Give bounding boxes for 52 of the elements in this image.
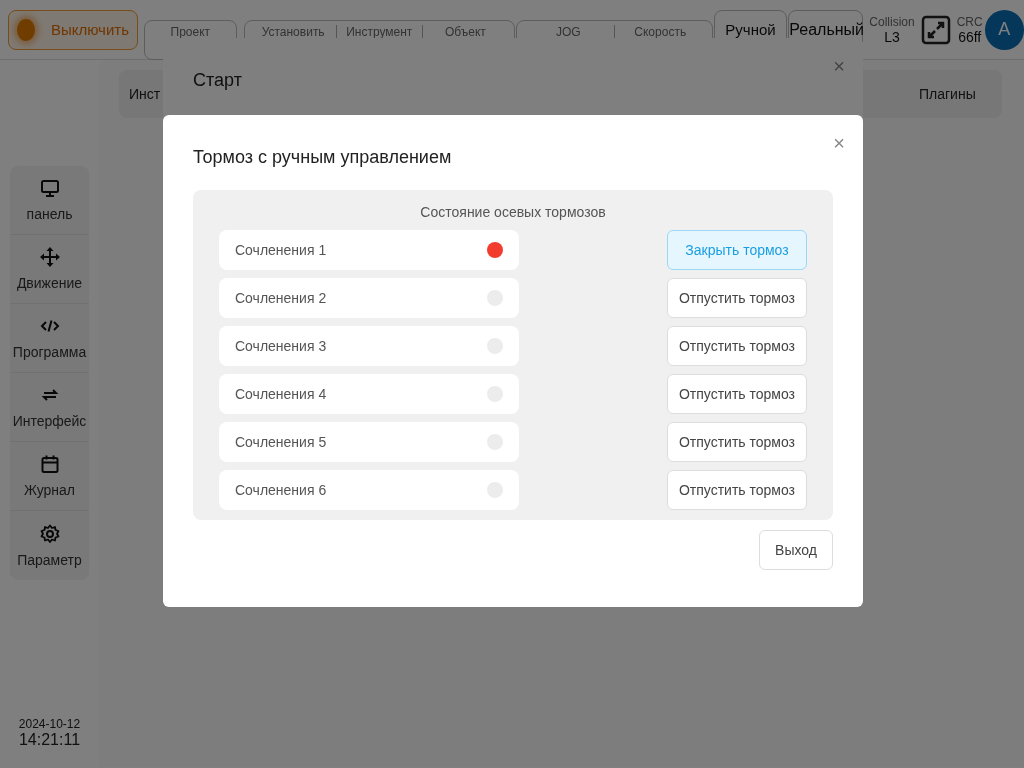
joint-label: Сочленения 3: [235, 338, 327, 354]
user-avatar[interactable]: A: [984, 9, 1024, 50]
status-label: Инструмент: [346, 25, 413, 39]
collision-value: L3: [884, 28, 900, 45]
exit-button[interactable]: Выход: [759, 530, 833, 570]
calendar-icon: [39, 454, 60, 474]
status-label: Объект: [444, 25, 486, 39]
status-label: Проект: [170, 25, 211, 39]
panel-title: Состояние осевых тормозов: [419, 204, 607, 220]
sidebar-label: Программа: [12, 344, 87, 360]
monitor-icon: [39, 178, 60, 198]
power-button[interactable]: Выключить: [8, 9, 138, 50]
joint-label: Сочленения 2: [235, 290, 327, 306]
joint-label: Сочленения 6: [235, 482, 327, 498]
sidebar-item[interactable]: Движение: [10, 235, 89, 304]
dialog-title: Старт: [193, 70, 242, 91]
joint-label: Сочленения 4: [235, 386, 327, 402]
sidebar-label: Движение: [16, 275, 83, 291]
dialog-title: Тормоз с ручным управлением: [193, 147, 453, 168]
joint-label: Сочленения 5: [235, 434, 327, 450]
close-icon[interactable]: ×: [833, 133, 845, 153]
sidebar-label: панель: [26, 206, 73, 222]
sidebar-item[interactable]: Интерфейс: [10, 373, 89, 442]
brake-button[interactable]: Отпустить тормоз: [667, 326, 807, 366]
tab[interactable]: Инст: [129, 86, 161, 102]
crc-label: CRC: [956, 14, 983, 29]
collision-label: Collision: [869, 14, 915, 29]
settings-icon: [39, 523, 60, 544]
crc-value: 66ff: [958, 28, 982, 45]
close-icon[interactable]: ×: [833, 56, 845, 76]
joint-label: Сочленения 1: [235, 242, 327, 258]
brake-button[interactable]: Отпустить тормоз: [667, 278, 807, 318]
sidebar-item[interactable]: Программа: [10, 304, 89, 373]
date-text: 2024-10-12: [18, 717, 81, 731]
brake-button[interactable]: Отпустить тормоз: [667, 470, 807, 510]
sidebar-item[interactable]: панель: [10, 166, 89, 235]
power-icon: [17, 18, 35, 41]
sidebar-item[interactable]: Параметр: [10, 511, 89, 580]
sidebar-label: Параметр: [17, 551, 82, 568]
brake-button[interactable]: Отпустить тормоз: [667, 374, 807, 414]
time-text: 14:21:11: [18, 731, 81, 749]
sidebar-label: Журнал: [23, 482, 76, 498]
status-label: Установить: [261, 25, 325, 39]
sidebar-label: Интерфейс: [12, 413, 87, 429]
sidebar-item[interactable]: Журнал: [10, 442, 89, 511]
brake-button[interactable]: Отпустить тормоз: [667, 422, 807, 462]
status-label: JOG: [556, 25, 581, 39]
expand-icon[interactable]: [920, 14, 951, 45]
status-label: Скорость: [634, 25, 687, 39]
tab[interactable]: Плагины: [919, 86, 976, 102]
move-icon: [39, 247, 60, 267]
brake-button[interactable]: Закрыть тормоз: [667, 230, 807, 270]
